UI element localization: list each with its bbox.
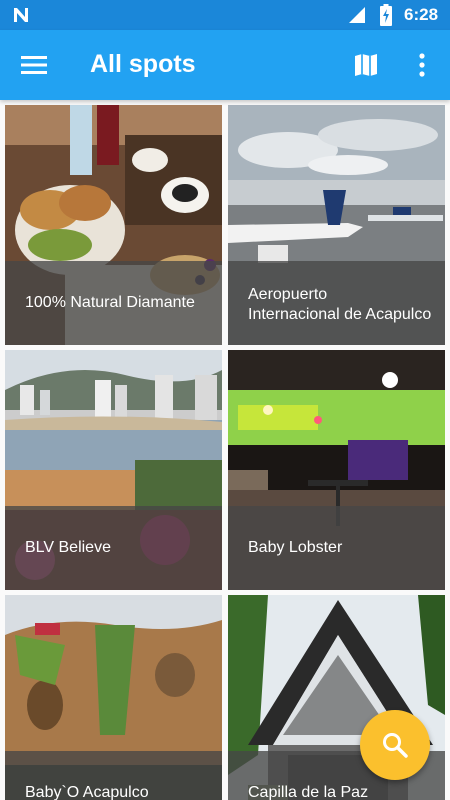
spot-name-line: Aeropuerto xyxy=(248,286,328,303)
spot-name: Aeropuerto Internacional de Acapulco xyxy=(248,285,435,325)
spot-name: Baby`O Acapulco xyxy=(25,784,149,800)
spot-name: Baby Lobster xyxy=(248,539,343,556)
menu-icon xyxy=(21,56,47,74)
spots-grid: 100% Natural Diamante Aeropuerto Interna… xyxy=(0,100,450,800)
page-title: All spots xyxy=(90,50,196,78)
more-vert-icon xyxy=(419,53,425,77)
spot-card-blv-believe[interactable]: BLV Believe xyxy=(5,350,222,590)
app-bar: All spots xyxy=(0,30,450,100)
spot-name: 100% Natural Diamante xyxy=(25,294,195,311)
spot-card-aeropuerto-internacional-de-acapulco[interactable]: Aeropuerto Internacional de Acapulco xyxy=(228,105,445,345)
map-button[interactable] xyxy=(346,45,386,85)
status-bar: 6:28 xyxy=(0,0,450,30)
spot-card-100-natural-diamante[interactable]: 100% Natural Diamante xyxy=(5,105,222,345)
battery-charging-icon xyxy=(380,4,392,26)
search-icon xyxy=(383,733,408,758)
map-icon xyxy=(355,54,377,76)
status-time: 6:28 xyxy=(404,5,439,24)
screen: 6:28 All spots 100% Natural Diamante Aer… xyxy=(0,0,450,800)
more-options-button[interactable] xyxy=(402,45,442,85)
signal-icon xyxy=(349,7,365,23)
spot-card-baby-lobster[interactable]: Baby Lobster xyxy=(228,350,445,590)
menu-button[interactable] xyxy=(14,45,54,85)
spot-name: Capilla de la Paz xyxy=(248,784,369,800)
spot-name-line: Internacional de Acapulco xyxy=(248,306,432,323)
search-button[interactable] xyxy=(360,710,430,780)
spot-card-babyo-acapulco[interactable]: Baby`O Acapulco xyxy=(5,595,222,800)
notification-n-icon xyxy=(14,8,28,22)
spot-name: BLV Believe xyxy=(25,539,111,556)
